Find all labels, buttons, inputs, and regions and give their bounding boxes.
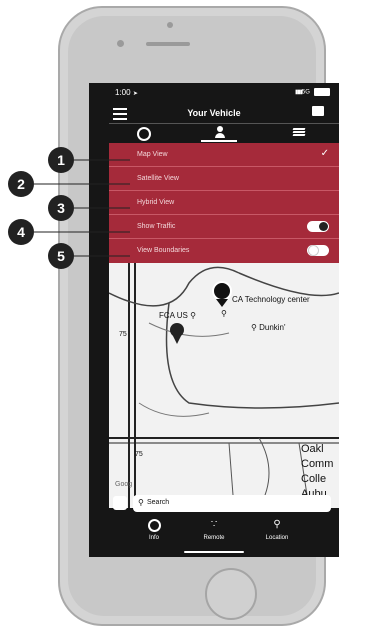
map-label-colle: Colle — [301, 473, 327, 485]
checkmark-icon: ✓ — [320, 148, 329, 159]
top-tab-vehicle[interactable] — [137, 127, 151, 141]
map-view[interactable]: 75 75 CA Technology center ⚲ ⚲ Dunkin' F… — [109, 263, 339, 508]
bottom-tab-bar: Info ∵ Remote ⚲ Location — [89, 515, 339, 557]
menu-item-view-boundaries[interactable]: View Boundaries — [109, 239, 339, 263]
map-label-oakl: Oakl — [301, 443, 324, 455]
menu-item-map-view[interactable]: Map View ✓ — [109, 143, 339, 167]
map-attribution: Goog — [115, 481, 133, 488]
map-label-comm: Comm — [301, 458, 334, 470]
battery-icon — [313, 88, 330, 96]
callout-4: 4 — [8, 219, 34, 245]
app-screen: 1:00 ➤ ▮▮▮5G Your Vehicle Map View ✓ Sat… — [89, 83, 339, 557]
signal-icon: ▮▮▮ — [295, 89, 303, 96]
layers-icon[interactable] — [292, 128, 306, 136]
location-pin-icon: ⚲ — [190, 311, 196, 320]
callout-2: 2 — [8, 171, 34, 197]
home-button[interactable] — [205, 568, 257, 620]
home-indicator — [184, 551, 244, 553]
status-time: 1:00 ➤ — [115, 88, 138, 97]
menu-item-satellite-view[interactable]: Satellite View — [109, 167, 339, 191]
active-tab-indicator — [201, 140, 237, 142]
network-label: 5G — [301, 89, 310, 96]
callout-5: 5 — [48, 243, 74, 269]
vehicle-marker-icon[interactable] — [212, 281, 232, 307]
tab-location[interactable]: ⚲ Location — [247, 519, 307, 541]
map-options-menu: Map View ✓ Satellite View Hybrid View Sh… — [109, 143, 339, 263]
search-icon: ⚲ — [138, 498, 144, 507]
poi-pin-icon[interactable]: ⚲ — [221, 309, 227, 318]
status-indicators: ▮▮▮5G — [295, 88, 330, 96]
boundaries-toggle[interactable] — [307, 245, 329, 256]
poi-tech-center[interactable]: CA Technology center — [232, 295, 310, 304]
traffic-toggle[interactable] — [307, 221, 329, 232]
steering-wheel-icon — [124, 519, 184, 533]
page-title: Your Vehicle — [187, 108, 241, 118]
location-pin-icon: ⚲ — [273, 519, 281, 530]
front-camera — [117, 40, 124, 47]
top-tab-row — [109, 123, 339, 142]
top-tab-person[interactable] — [215, 126, 225, 138]
map-pin-icon[interactable] — [170, 323, 184, 344]
tab-info[interactable]: Info — [124, 519, 184, 541]
menu-item-show-traffic[interactable]: Show Traffic — [109, 215, 339, 239]
message-icon[interactable] — [312, 106, 324, 116]
search-input[interactable]: ⚲ Search — [133, 495, 331, 512]
person-icon — [217, 126, 223, 132]
callout-3: 3 — [48, 195, 74, 221]
remote-icon: ∵ — [210, 519, 218, 530]
poi-fca-us[interactable]: FCA US ⚲ — [159, 311, 196, 320]
poi-dunkin[interactable]: ⚲ Dunkin' — [251, 323, 286, 332]
shield-icon[interactable] — [113, 496, 127, 510]
sensor-dot — [167, 22, 173, 28]
menu-item-hybrid-view[interactable]: Hybrid View — [109, 191, 339, 215]
callout-1: 1 — [48, 147, 74, 173]
road-shield-75-bottom: 75 — [135, 451, 143, 458]
earpiece-speaker — [146, 42, 190, 46]
location-pin-icon: ⚲ — [251, 323, 257, 332]
tab-remote[interactable]: ∵ Remote — [184, 519, 244, 541]
